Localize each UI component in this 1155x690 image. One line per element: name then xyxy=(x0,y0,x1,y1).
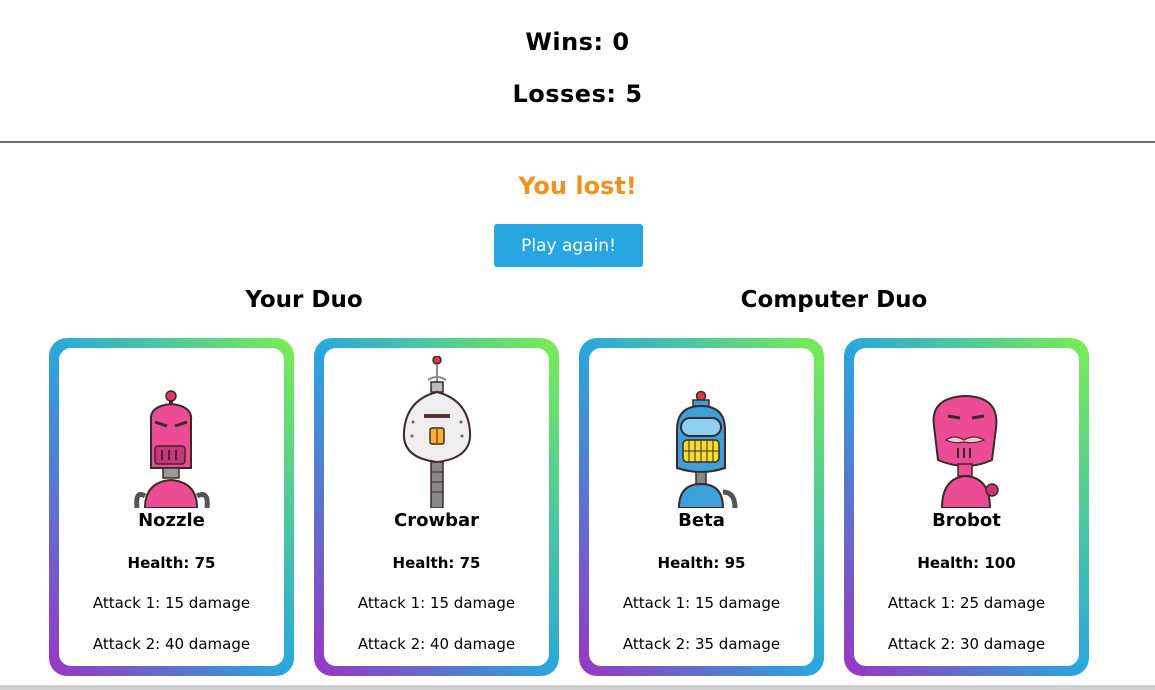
play-again-button[interactable]: Play again! xyxy=(494,224,643,267)
card-body: Brobot Health: 100 Attack 1: 25 damage A… xyxy=(854,348,1079,666)
wins-count: Wins: 0 xyxy=(525,28,630,56)
mustache-robot-icon xyxy=(854,356,1079,509)
robot-health: Health: 75 xyxy=(127,554,216,572)
divider xyxy=(0,141,1155,143)
robot-attack-1: Attack 1: 15 damage xyxy=(92,594,251,612)
card-body: Nozzle Health: 75 Attack 1: 15 damage At… xyxy=(59,348,284,666)
white-robot-icon xyxy=(324,355,549,509)
your-duo-title: Your Duo xyxy=(245,287,363,313)
robot-card-beta[interactable]: Beta Health: 95 Attack 1: 15 damage Atta… xyxy=(579,338,824,676)
robot-attack-1: Attack 1: 15 damage xyxy=(622,594,781,612)
losses-count: Losses: 5 xyxy=(512,80,643,108)
robot-health: Health: 95 xyxy=(657,554,746,572)
robot-attack-2: Attack 2: 30 damage xyxy=(887,635,1046,653)
robot-name: Beta xyxy=(678,510,725,531)
pink-robot-icon xyxy=(59,356,284,509)
robot-attack-1: Attack 1: 25 damage xyxy=(887,594,1046,612)
horizontal-scrollbar[interactable] xyxy=(0,685,1155,690)
result-message: You lost! xyxy=(518,172,637,200)
card-body: Beta Health: 95 Attack 1: 15 damage Atta… xyxy=(589,348,814,666)
robot-health: Health: 75 xyxy=(392,554,481,572)
computer-duo-title: Computer Duo xyxy=(740,287,928,313)
robot-card-brobot[interactable]: Brobot Health: 100 Attack 1: 25 damage A… xyxy=(844,338,1089,676)
robot-name: Crowbar xyxy=(394,510,479,531)
robot-attack-1: Attack 1: 15 damage xyxy=(357,594,516,612)
robot-health: Health: 100 xyxy=(917,554,1016,572)
robot-card-nozzle[interactable]: Nozzle Health: 75 Attack 1: 15 damage At… xyxy=(49,338,294,676)
blue-robot-icon xyxy=(589,356,814,509)
card-body: Crowbar Health: 75 Attack 1: 15 damage A… xyxy=(324,348,549,666)
robot-card-crowbar[interactable]: Crowbar Health: 75 Attack 1: 15 damage A… xyxy=(314,338,559,676)
robot-name: Brobot xyxy=(932,510,1001,531)
robot-attack-2: Attack 2: 40 damage xyxy=(357,635,516,653)
robot-name: Nozzle xyxy=(138,510,205,531)
robot-attack-2: Attack 2: 40 damage xyxy=(92,635,251,653)
robot-attack-2: Attack 2: 35 damage xyxy=(622,635,781,653)
